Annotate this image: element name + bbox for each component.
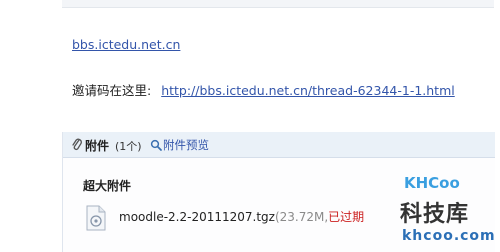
attachment-file-name[interactable]: moodle-2.2-20111207.tgz (119, 210, 275, 224)
watermark-badge: KHCoo (404, 174, 460, 192)
attachment-file-row: moodle-2.2-20111207.tgz(23.72M,已过期 (119, 208, 364, 225)
paperclip-icon (72, 138, 82, 150)
attachment-header: 附件 (1个) 附件预览 (63, 132, 495, 158)
search-icon[interactable] (150, 139, 162, 151)
invite-row: 邀请码在这里: http://bbs.ictedu.net.cn/thread-… (72, 80, 455, 99)
invite-label: 邀请码在这里: (72, 83, 152, 98)
attachment-expired-status: 已过期 (328, 210, 365, 224)
post-top-strip (62, 0, 494, 8)
watermark-cn-text: 科技库 (400, 202, 470, 227)
invite-link[interactable]: http://bbs.ictedu.net.cn/thread-62344-1-… (161, 83, 455, 98)
attachment-title: 附件 (85, 139, 110, 153)
attachment-file-size: (23.72M, (274, 210, 329, 224)
forum-link[interactable]: bbs.ictedu.net.cn (72, 37, 180, 52)
file-icon (86, 205, 106, 231)
khcoo-watermark: KHCoo 科技库 khcoo.com (398, 172, 498, 252)
attachment-preview-link[interactable]: 附件预览 (163, 137, 209, 153)
attachment-count: (1个) (115, 140, 142, 153)
large-attachment-label: 超大附件 (83, 179, 132, 193)
watermark-url: khcoo.com (402, 228, 496, 244)
